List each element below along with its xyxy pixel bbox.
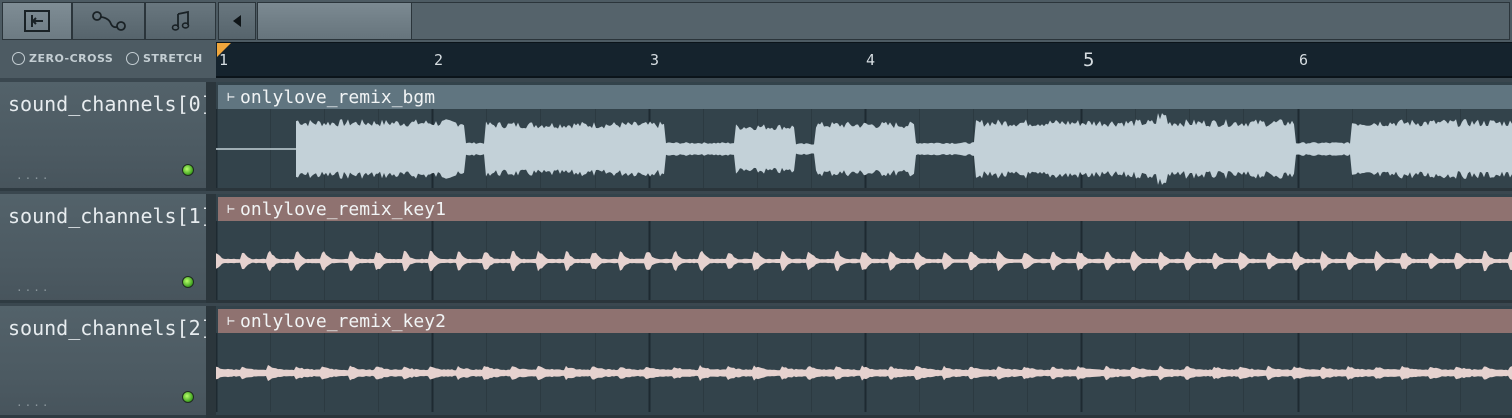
audio-clip-header[interactable]: ⊢ onlylove_remix_key2 <box>218 309 1512 333</box>
clip-start-icon: ⊢ <box>227 313 235 329</box>
clip-label: onlylove_remix_bgm <box>240 86 436 108</box>
track-active-led[interactable] <box>182 391 194 403</box>
waveform-body <box>216 365 1512 381</box>
zero-cross-option[interactable]: ZERO-CROSS <box>12 52 113 65</box>
clip-label: onlylove_remix_key1 <box>240 198 446 220</box>
audio-clip-header[interactable]: ⊢ onlylove_remix_key1 <box>218 197 1512 221</box>
audio-clip-header[interactable]: ⊢ onlylove_remix_bgm <box>218 85 1512 109</box>
track-splitter[interactable] <box>206 306 216 418</box>
music-note-icon <box>171 10 189 31</box>
track-header[interactable]: sound_channels[1] .... <box>0 194 213 303</box>
track-header[interactable]: sound_channels[0] .... <box>0 82 213 191</box>
track-lane[interactable]: ⊢ onlylove_remix_key1 <box>216 194 1512 303</box>
clip-options: ZERO-CROSS STRETCH <box>0 42 216 78</box>
scroll-left-button[interactable] <box>218 2 256 40</box>
bar-number: 4 <box>866 51 876 69</box>
bar-number: 5 <box>1083 49 1095 71</box>
track-splitter[interactable] <box>206 194 216 303</box>
track-lane[interactable]: ⊢ onlylove_remix_bgm <box>216 82 1512 191</box>
envelope-nodes-icon <box>91 11 126 31</box>
track-grip-dots: .... <box>16 169 51 182</box>
horizontal-scrollbar[interactable] <box>257 2 1510 40</box>
clip-start-icon: ⊢ <box>227 89 235 105</box>
snap-to-start-icon <box>24 10 50 32</box>
playhead-marker[interactable] <box>217 43 231 57</box>
bar-number: 3 <box>650 51 660 69</box>
track-header[interactable]: sound_channels[2] .... <box>0 306 213 418</box>
zero-cross-radio[interactable] <box>12 52 25 65</box>
waveform <box>216 250 1512 272</box>
toolbar <box>0 0 1512 42</box>
envelope-tool-button[interactable] <box>72 2 145 40</box>
waveform-body <box>296 113 1512 185</box>
track-grip-dots: .... <box>16 281 51 294</box>
track-active-led[interactable] <box>182 276 194 288</box>
waveform <box>216 365 1512 381</box>
track-lane[interactable]: ⊢ onlylove_remix_key2 <box>216 306 1512 418</box>
stretch-radio[interactable] <box>126 52 139 65</box>
track-grip-dots: .... <box>16 396 51 409</box>
clip-label: onlylove_remix_key2 <box>240 310 446 332</box>
stretch-label: STRETCH <box>143 52 203 65</box>
timeline-ruler[interactable]: 1 2 3 4 5 6 <box>216 42 1512 78</box>
track-name: sound_channels[0] <box>8 92 213 116</box>
waveform <box>216 113 1512 185</box>
triangle-left-icon <box>233 15 241 27</box>
clip-start-icon: ⊢ <box>227 201 235 217</box>
stretch-option[interactable]: STRETCH <box>126 52 203 65</box>
track-name: sound_channels[2] <box>8 316 213 340</box>
zero-cross-label: ZERO-CROSS <box>29 52 114 65</box>
track-active-led[interactable] <box>182 164 194 176</box>
note-tool-button[interactable] <box>145 2 216 40</box>
track-name: sound_channels[1] <box>8 204 213 228</box>
scrollbar-thumb[interactable] <box>258 3 412 39</box>
waveform-body <box>216 250 1512 272</box>
snap-tool-button[interactable] <box>2 2 72 40</box>
bar-number: 2 <box>434 51 444 69</box>
track-splitter[interactable] <box>206 82 216 191</box>
bar-number: 6 <box>1299 51 1309 69</box>
